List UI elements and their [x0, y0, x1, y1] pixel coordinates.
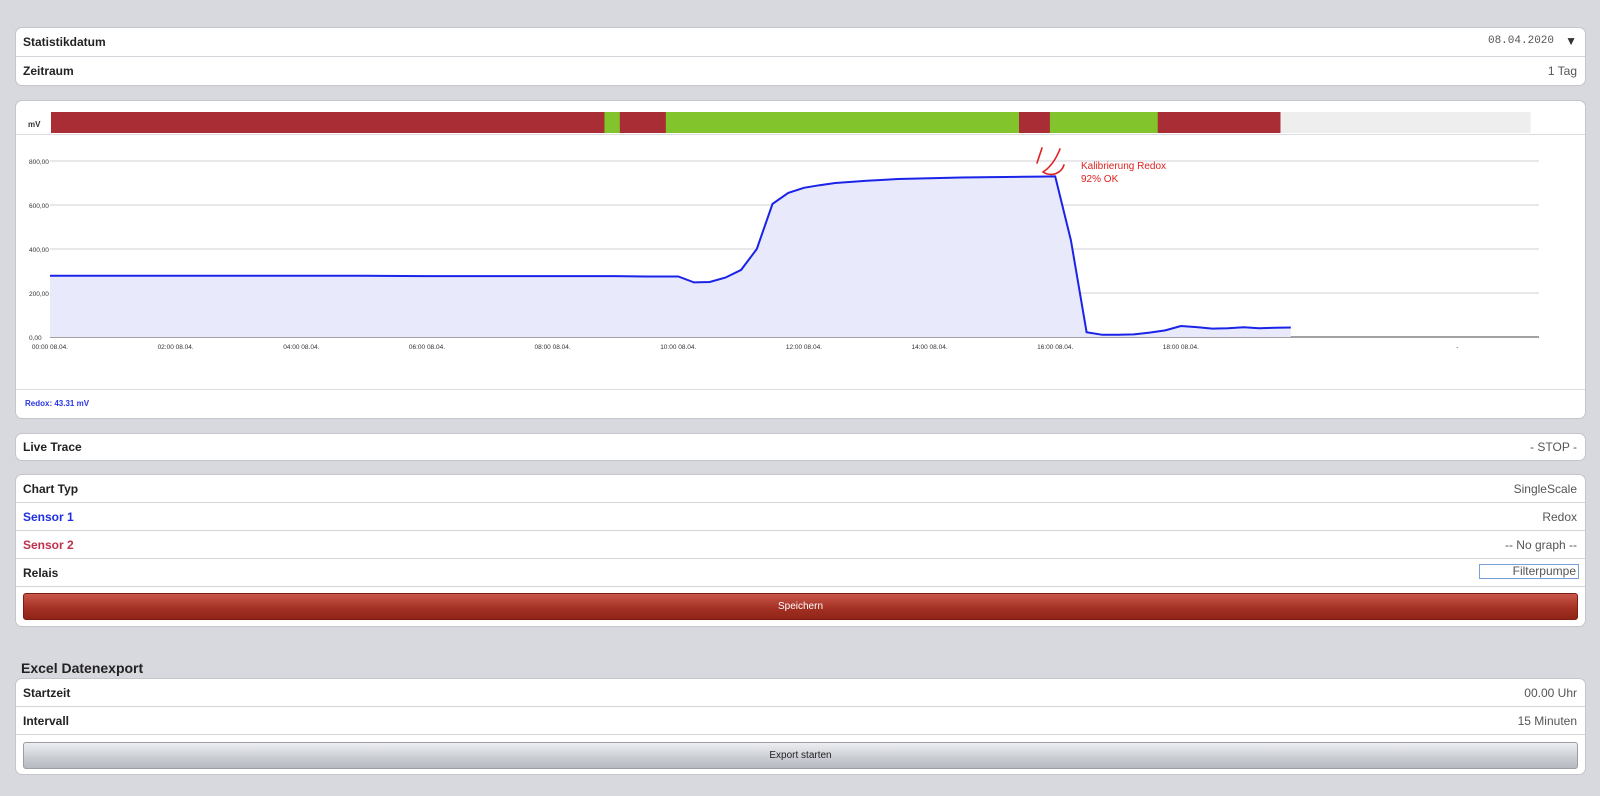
annotation-line2: 92% OK: [1081, 174, 1119, 185]
series-area-fill: [50, 176, 1291, 337]
sensor1-label: Sensor 1: [23, 510, 74, 524]
chart-config-card: Chart Typ SingleScale Sensor 1 Redox Sen…: [15, 474, 1586, 627]
live-trace-card: Live Trace - STOP -: [15, 433, 1586, 461]
export-button[interactable]: Export starten: [23, 742, 1578, 769]
y-tick-label: 200,00: [29, 291, 49, 298]
chart-type-row[interactable]: Chart Typ SingleScale: [16, 475, 1585, 503]
x-tick-label: 18:00 08.04.: [1163, 344, 1199, 351]
chart-svg: mV 800,00 600,00 400,00 200,00 0,00 00:00 08…: [16, 112, 1585, 351]
x-tick-label: 08:00 08.04.: [535, 344, 571, 351]
x-axis-ticks: 00:00 08.04. 02:00 08.04. 04:00 08.04. 06:0…: [32, 344, 1458, 351]
status-segment-good: [1049, 112, 1159, 133]
x-tick-label: -: [1456, 344, 1458, 351]
stat-date-label: Statistikdatum: [23, 35, 106, 49]
interval-row[interactable]: Intervall 15 Minuten: [16, 707, 1585, 735]
x-tick-label: 16:00 08.04.: [1037, 344, 1073, 351]
sensor2-label: Sensor 2: [23, 538, 74, 552]
x-tick-label: 06:00 08.04.: [409, 344, 445, 351]
sensor2-value[interactable]: -- No graph --: [1505, 538, 1577, 552]
chart-legend: Redox: 43.31 mV: [25, 399, 90, 408]
status-segment-good: [604, 112, 621, 133]
stat-date-row[interactable]: Statistikdatum 08.04.2020 ▼: [16, 28, 1585, 57]
annotation-line1: Kalibrierung Redox: [1081, 161, 1166, 172]
y-tick-label: 800,00: [29, 159, 49, 166]
x-tick-label: 14:00 08.04.: [911, 344, 947, 351]
interval-label: Intervall: [23, 714, 70, 728]
live-trace-row[interactable]: Live Trace - STOP -: [16, 434, 1585, 460]
status-segment-bad: [1157, 112, 1281, 133]
export-card: Startzeit 00.00 Uhr Intervall 15 Minuten…: [15, 678, 1586, 775]
live-trace-value[interactable]: - STOP -: [1530, 440, 1577, 454]
sensor2-row[interactable]: Sensor 2 -- No graph --: [16, 531, 1585, 559]
status-bar: [51, 112, 1531, 133]
status-segment-bad: [51, 112, 605, 133]
y-tick-label: 600,00: [29, 203, 49, 210]
status-segment-bad: [619, 112, 667, 133]
start-time-row[interactable]: Startzeit 00.00 Uhr: [16, 679, 1585, 707]
relay-select[interactable]: Filterpumpe: [1479, 564, 1579, 579]
chart-card: mV 800,00 600,00 400,00 200,00 0,00 00:00 08…: [15, 100, 1586, 419]
period-row[interactable]: Zeitraum 1 Tag: [16, 57, 1585, 85]
live-trace-label: Live Trace: [23, 440, 82, 454]
y-axis-ticks: 800,00 600,00 400,00 200,00 0,00: [29, 159, 49, 342]
relay-row[interactable]: Relais Filterpumpe: [16, 559, 1585, 587]
sensor1-value[interactable]: Redox: [1542, 510, 1577, 524]
x-tick-label: 12:00 08.04.: [786, 344, 822, 351]
start-time-value[interactable]: 00.00 Uhr: [1524, 686, 1577, 700]
x-tick-label: 02:00 08.04.: [158, 344, 194, 351]
status-segment-empty: [1280, 112, 1531, 133]
export-section-title: Excel Datenexport: [21, 660, 144, 676]
legend-divider: [16, 389, 1585, 390]
sensor1-row[interactable]: Sensor 1 Redox: [16, 503, 1585, 531]
chart-type-label: Chart Typ: [23, 482, 79, 496]
x-tick-label: 00:00 08.04.: [32, 344, 68, 351]
period-label: Zeitraum: [23, 64, 74, 78]
x-tick-label: 10:00 08.04.: [660, 344, 696, 351]
y-tick-label: 0,00: [29, 335, 42, 342]
chart-type-value[interactable]: SingleScale: [1514, 482, 1577, 496]
period-value[interactable]: 1 Tag: [1548, 64, 1577, 78]
x-tick-label: 04:00 08.04.: [283, 344, 319, 351]
date-settings-card: Statistikdatum 08.04.2020 ▼ Zeitraum 1 T…: [15, 27, 1586, 86]
interval-value[interactable]: 15 Minuten: [1518, 714, 1577, 728]
status-segment-good: [665, 112, 1020, 133]
start-time-label: Startzeit: [23, 686, 71, 700]
stat-date-value[interactable]: 08.04.2020: [1488, 35, 1554, 47]
save-button[interactable]: Speichern: [23, 593, 1578, 620]
dropdown-arrow-icon[interactable]: ▼: [1565, 34, 1577, 48]
relay-label: Relais: [23, 566, 59, 580]
unit-label: mV: [28, 120, 41, 129]
status-segment-bad: [1019, 112, 1051, 133]
y-tick-label: 400,00: [29, 247, 49, 254]
